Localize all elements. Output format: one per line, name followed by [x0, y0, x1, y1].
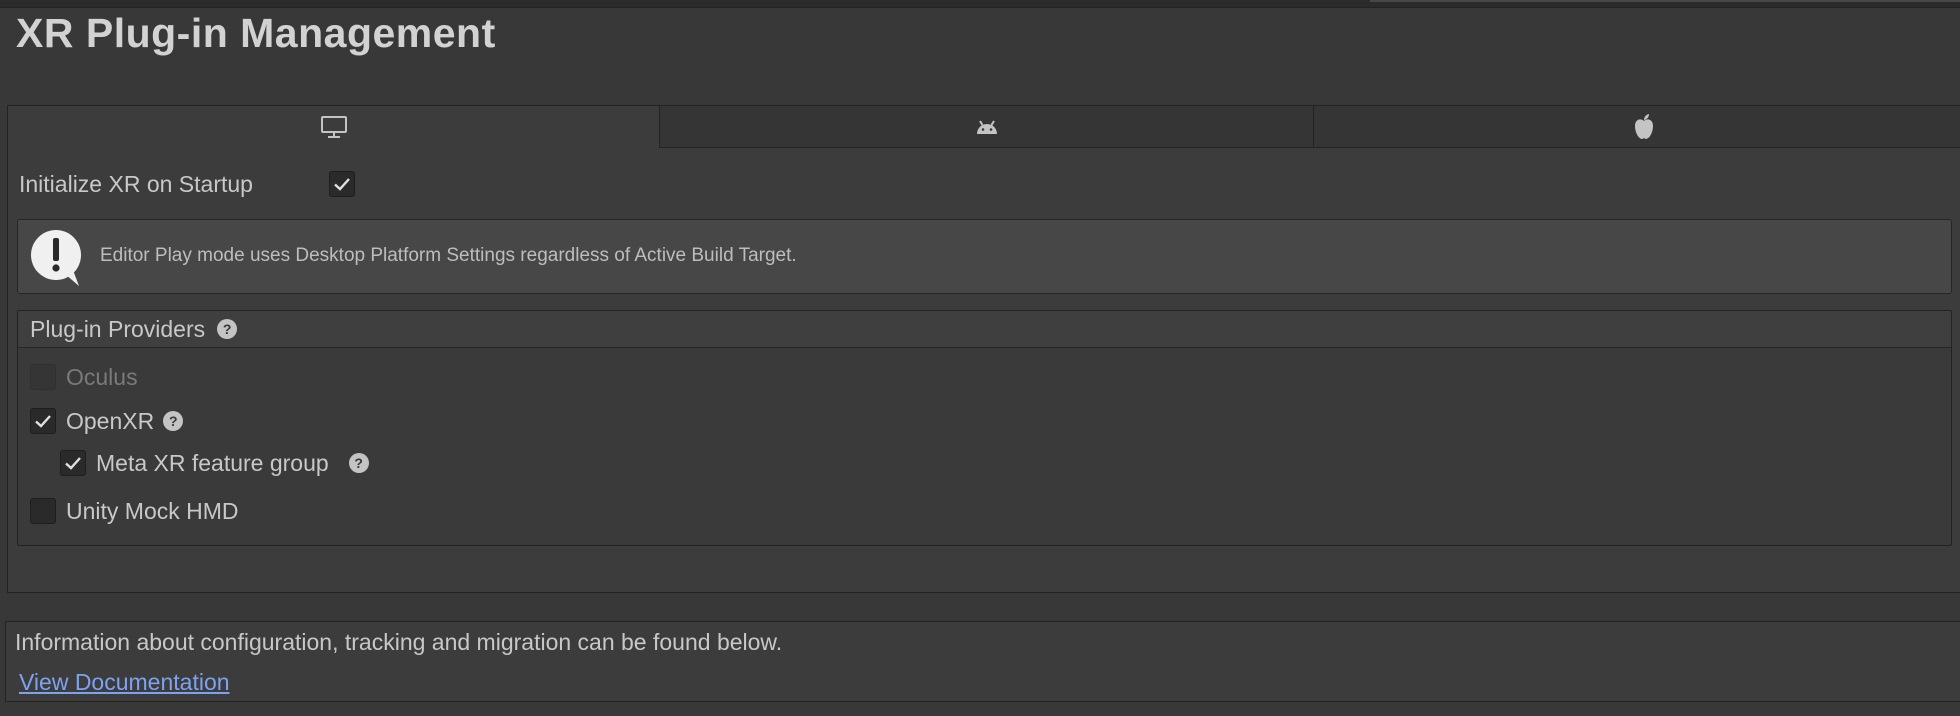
provider-label: OpenXR: [66, 407, 155, 434]
provider-label: Oculus: [66, 363, 138, 390]
initialize-xr-row: Initialize XR on Startup: [19, 166, 355, 202]
initialize-xr-checkbox[interactable]: [329, 171, 355, 197]
tab-ios[interactable]: [1314, 106, 1960, 148]
view-documentation-link[interactable]: View Documentation: [19, 669, 230, 696]
help-question-icon[interactable]: ?: [163, 411, 184, 431]
info-text: Information about configuration, trackin…: [15, 629, 783, 655]
provider-item-oculus: Oculus: [30, 361, 138, 393]
top-toolbar-edge: [0, 0, 1960, 8]
provider-label: Unity Mock HMD: [66, 497, 239, 524]
platform-tabs: [8, 106, 1960, 148]
provider-item-meta-xr-feature-group: Meta XR feature group ?: [60, 447, 369, 479]
provider-item-unity-mock-hmd: Unity Mock HMD: [30, 495, 239, 527]
android-icon: [976, 119, 997, 134]
tab-android[interactable]: [660, 106, 1314, 148]
meta-xr-feature-group-checkbox[interactable]: [60, 450, 86, 476]
warning-exclamation-icon: [31, 230, 81, 286]
plugin-providers-title: Plug-in Providers: [30, 315, 206, 342]
checkmark-icon: [334, 178, 350, 191]
oculus-checkbox[interactable]: [30, 364, 56, 390]
documentation-info-box: Information about configuration, trackin…: [5, 621, 1960, 702]
checkmark-icon: [35, 415, 51, 428]
provider-label: Meta XR feature group: [96, 449, 329, 476]
unity-mock-hmd-checkbox[interactable]: [30, 498, 56, 524]
desktop-monitor-icon: [320, 116, 347, 138]
checkmark-icon: [65, 457, 81, 470]
notice-text: Editor Play mode uses Desktop Platform S…: [100, 245, 797, 266]
page-title: XR Plug-in Management: [16, 10, 496, 56]
plugin-providers-header: Plug-in Providers ?: [18, 311, 1951, 348]
editor-play-mode-notice: Editor Play mode uses Desktop Platform S…: [17, 219, 1952, 294]
platform-settings-panel: Initialize XR on Startup Editor Play mod…: [7, 105, 1960, 593]
initialize-xr-label: Initialize XR on Startup: [19, 170, 253, 197]
help-question-icon[interactable]: ?: [217, 319, 238, 339]
tab-desktop[interactable]: [8, 106, 660, 148]
plugin-providers-section: Plug-in Providers ? Oculus OpenXR ? Meta…: [17, 310, 1952, 546]
provider-item-openxr: OpenXR ?: [30, 405, 184, 437]
openxr-checkbox[interactable]: [30, 408, 56, 434]
help-question-icon[interactable]: ?: [348, 453, 369, 473]
apple-icon: [1635, 113, 1653, 139]
